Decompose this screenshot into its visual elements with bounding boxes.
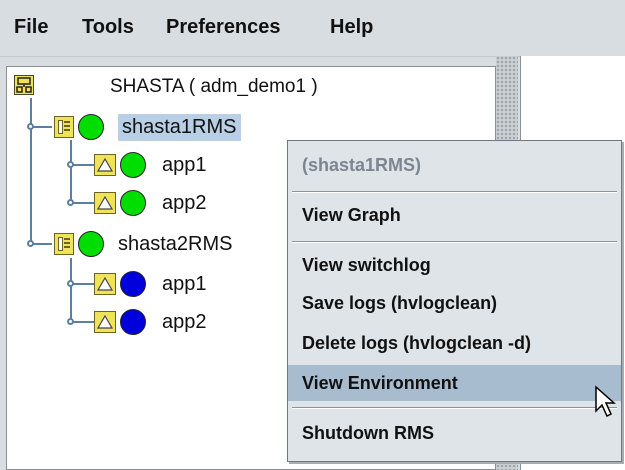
tree-line <box>32 243 52 245</box>
menu-item-shutdown-rms[interactable]: Shutdown RMS <box>288 415 621 451</box>
tree-line <box>30 98 32 126</box>
app-triangle-icon <box>94 311 116 333</box>
tree-node-shasta1rms[interactable]: shasta1RMS <box>54 110 241 144</box>
tree-line <box>70 140 72 200</box>
app-label: app2 <box>162 191 207 214</box>
menu-item-view-switchlog[interactable]: View switchlog <box>288 247 621 283</box>
context-menu: (shasta1RMS) View Graph View switchlog S… <box>287 140 622 462</box>
status-circle-icon <box>78 114 104 140</box>
menu-item-view-environment[interactable]: View Environment <box>288 365 621 401</box>
tree-line <box>70 258 72 320</box>
node-label: shasta2RMS <box>118 232 233 255</box>
tree-line <box>72 283 94 285</box>
status-circle-icon <box>120 271 146 297</box>
tree-line <box>32 126 52 128</box>
status-circle-icon <box>120 190 146 216</box>
tree-app-row[interactable]: app1 <box>94 267 207 301</box>
node-icon <box>54 116 74 138</box>
app-label: app1 <box>162 272 207 295</box>
context-menu-header: (shasta1RMS) <box>302 154 422 175</box>
status-circle-icon <box>78 231 104 257</box>
menu-separator <box>292 407 617 409</box>
menu-file[interactable]: File <box>14 16 48 39</box>
menu-separator <box>292 191 617 193</box>
menu-bar: File Tools Preferences Help <box>0 0 625 57</box>
app-triangle-icon <box>94 192 116 214</box>
menu-item-view-graph[interactable]: View Graph <box>288 197 621 233</box>
tree-node-shasta2rms[interactable]: shasta2RMS <box>54 227 233 261</box>
tree-line <box>72 202 94 204</box>
mouse-pointer-icon <box>595 385 616 418</box>
cluster-icon <box>14 75 34 95</box>
menu-help[interactable]: Help <box>330 16 373 39</box>
tree-line <box>30 128 32 244</box>
node-label: shasta1RMS <box>118 113 241 141</box>
app-label: app1 <box>162 153 207 176</box>
tree-line <box>72 164 94 166</box>
tree-app-row[interactable]: app2 <box>94 305 207 339</box>
menu-item-delete-logs[interactable]: Delete logs (hvlogclean -d) <box>288 325 621 361</box>
app-label: app2 <box>162 310 207 333</box>
status-circle-icon <box>120 152 146 178</box>
app-triangle-icon <box>94 273 116 295</box>
status-circle-icon <box>120 309 146 335</box>
menu-preferences[interactable]: Preferences <box>166 16 281 39</box>
tree-line <box>72 321 94 323</box>
menu-item-save-logs[interactable]: Save logs (hvlogclean) <box>288 285 621 321</box>
tree-app-row[interactable]: app1 <box>94 148 207 182</box>
node-icon <box>54 233 74 255</box>
cluster-root-label[interactable]: SHASTA ( adm_demo1 ) <box>110 76 318 98</box>
menu-separator <box>292 241 617 243</box>
app-triangle-icon <box>94 154 116 176</box>
menu-tools[interactable]: Tools <box>82 16 134 39</box>
tree-app-row[interactable]: app2 <box>94 186 207 220</box>
